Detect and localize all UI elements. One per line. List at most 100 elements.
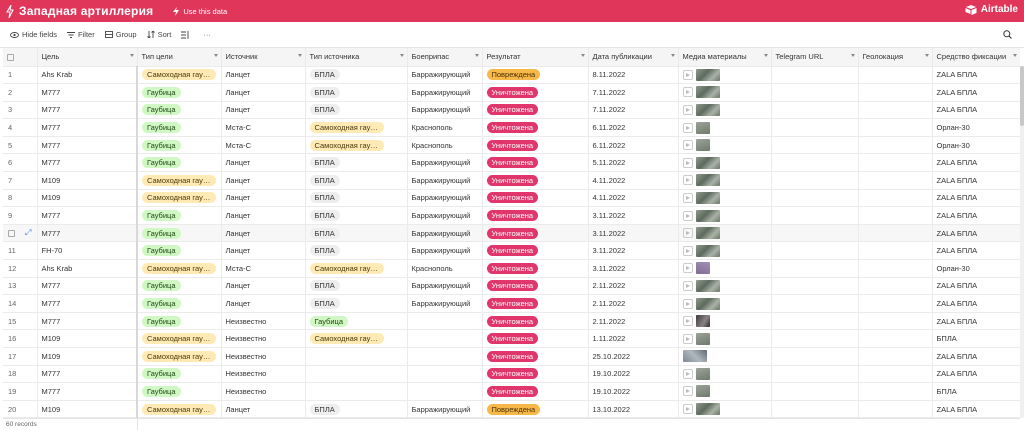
media-cell[interactable] [678, 382, 772, 401]
recording-means-cell[interactable]: ZALA БПЛА [932, 171, 1020, 190]
table-row[interactable]: 2 M777 Гаубица Ланцет БПЛА Барражирующий Уничт… [3, 83, 1020, 102]
publication-date-cell[interactable]: 3.11.2022 [588, 241, 679, 261]
publication-date-cell[interactable]: 4.11.2022 [588, 189, 679, 208]
source-type-cell[interactable] [305, 365, 408, 384]
play-icon[interactable] [682, 122, 693, 133]
column-header[interactable]: Тип цели [137, 48, 222, 67]
media-cell[interactable] [678, 206, 772, 225]
source-cell[interactable]: Ланцет [221, 277, 306, 296]
telegram-url-cell[interactable] [771, 277, 859, 296]
target-cell[interactable]: M777 [37, 277, 138, 296]
target-cell[interactable]: M777 [37, 382, 138, 401]
telegram-url-cell[interactable] [771, 241, 859, 261]
row-number-cell[interactable]: 9 [3, 206, 38, 225]
telegram-url-cell[interactable] [771, 189, 859, 208]
chevron-down-icon[interactable] [850, 54, 855, 57]
target-type-cell[interactable]: Гаубица [137, 365, 222, 384]
ammunition-cell[interactable] [407, 382, 483, 401]
chevron-down-icon[interactable] [670, 54, 675, 57]
media-cell[interactable] [678, 153, 772, 173]
media-thumbnail[interactable] [695, 86, 720, 99]
result-cell[interactable]: Уничтожена [482, 329, 589, 348]
publication-date-cell[interactable]: 19.10.2022 [588, 382, 679, 401]
target-type-cell[interactable]: Гаубица [137, 206, 222, 225]
filter-button[interactable]: Filter [67, 30, 95, 39]
source-cell[interactable]: Ланцет [221, 66, 306, 85]
chevron-down-icon[interactable] [1012, 54, 1017, 57]
geolocation-cell[interactable] [858, 101, 933, 120]
row-number-cell[interactable]: 13 [3, 277, 38, 296]
source-cell[interactable]: Ланцет [221, 101, 306, 120]
play-icon[interactable] [682, 210, 693, 221]
target-type-cell[interactable]: Самоходная гаубица [137, 329, 222, 348]
table-row[interactable]: 1 Ahs Krab Самоходная гаубица Ланцет БПЛА Бар… [3, 66, 1020, 85]
play-icon[interactable] [682, 245, 693, 256]
ammunition-cell[interactable]: Барражирующий [407, 224, 483, 243]
media-cell[interactable] [678, 347, 772, 366]
ammunition-cell[interactable]: Барражирующий [407, 400, 483, 418]
recording-means-cell[interactable]: ZALA БПЛА [932, 206, 1020, 225]
source-type-cell[interactable] [305, 382, 408, 401]
row-number-cell[interactable]: 11 [3, 241, 38, 261]
play-icon[interactable] [682, 104, 693, 115]
geolocation-cell[interactable] [858, 118, 933, 137]
ammunition-cell[interactable] [407, 312, 483, 331]
media-cell[interactable] [678, 189, 772, 208]
media-thumbnail[interactable] [695, 367, 710, 380]
result-cell[interactable]: Уничтожена [482, 259, 589, 278]
geolocation-cell[interactable] [858, 241, 933, 261]
telegram-url-cell[interactable] [771, 312, 859, 331]
geolocation-cell[interactable] [858, 294, 933, 313]
target-cell[interactable]: M777 [37, 101, 138, 120]
source-type-cell[interactable]: БПЛА [305, 101, 408, 120]
recording-means-cell[interactable]: ZALA БПЛА [932, 66, 1020, 85]
geolocation-cell[interactable] [858, 224, 933, 243]
source-type-cell[interactable]: Самоходная гаубица [305, 118, 408, 137]
source-type-cell[interactable]: Гаубица [305, 312, 408, 331]
target-cell[interactable]: M777 [37, 294, 138, 313]
target-type-cell[interactable]: Самоходная гаубица [137, 189, 222, 208]
recording-means-cell[interactable]: ZALA БПЛА [932, 312, 1020, 331]
target-cell[interactable]: M777 [37, 224, 138, 243]
target-type-cell[interactable]: Гаубица [137, 136, 222, 155]
media-cell[interactable] [678, 259, 772, 278]
ammunition-cell[interactable] [407, 329, 483, 348]
column-header[interactable]: Telegram URL [771, 48, 859, 67]
ammunition-cell[interactable]: Краснополь [407, 259, 483, 278]
row-height-button[interactable] [181, 30, 189, 39]
publication-date-cell[interactable]: 2.11.2022 [588, 277, 679, 296]
play-icon[interactable] [682, 386, 693, 397]
target-type-cell[interactable]: Самоходная гаубица [137, 259, 222, 278]
table-row[interactable]: 16 M109 Самоходная гаубица Неизвестно Самохо… [3, 329, 1020, 348]
result-cell[interactable]: Уничтожена [482, 171, 589, 190]
target-cell[interactable]: M777 [37, 365, 138, 384]
target-type-cell[interactable]: Гаубица [137, 101, 222, 120]
play-icon[interactable] [682, 175, 693, 186]
table-row[interactable]: ⤢ M777 Гаубица Ланцет БПЛА Барражирующий Уничт… [3, 224, 1020, 243]
source-type-cell[interactable]: БПЛА [305, 83, 408, 102]
media-cell[interactable] [678, 400, 772, 418]
source-type-cell[interactable]: БПЛА [305, 189, 408, 208]
vertical-scrollbar[interactable] [1020, 66, 1024, 418]
recording-means-cell[interactable]: Орлан-30 [932, 259, 1020, 278]
chevron-down-icon[interactable] [763, 54, 768, 57]
media-cell[interactable] [678, 101, 772, 120]
chevron-down-icon[interactable] [297, 54, 302, 57]
result-cell[interactable]: Уничтожена [482, 382, 589, 401]
publication-date-cell[interactable]: 2.11.2022 [588, 312, 679, 331]
geolocation-cell[interactable] [858, 259, 933, 278]
recording-means-cell[interactable]: БПЛА [932, 382, 1020, 401]
media-thumbnail[interactable] [682, 350, 707, 363]
telegram-url-cell[interactable] [771, 347, 859, 366]
recording-means-cell[interactable]: ZALA БПЛА [932, 400, 1020, 418]
geolocation-cell[interactable] [858, 66, 933, 85]
media-cell[interactable] [678, 224, 772, 243]
ammunition-cell[interactable]: Краснополь [407, 136, 483, 155]
expand-record-icon[interactable]: ⤢ [25, 228, 31, 238]
geolocation-cell[interactable] [858, 136, 933, 155]
target-type-cell[interactable]: Самоходная гаубица [137, 66, 222, 85]
play-icon[interactable] [682, 263, 693, 274]
source-cell[interactable]: Ланцет [221, 241, 306, 261]
target-cell[interactable]: M109 [37, 189, 138, 208]
source-type-cell[interactable]: БПЛА [305, 277, 408, 296]
